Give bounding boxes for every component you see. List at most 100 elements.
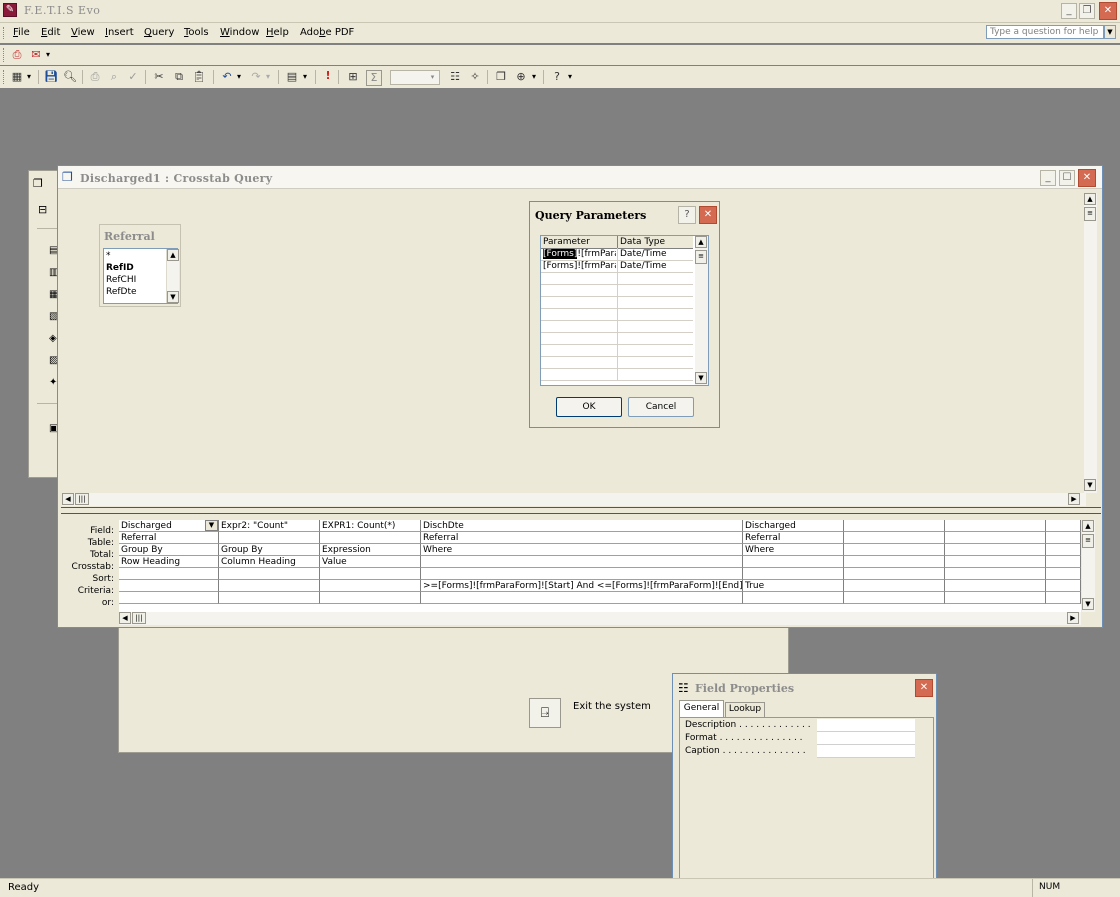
grid-cell-crosstab[interactable] (1046, 556, 1081, 568)
query-type-icon[interactable]: ▤ (285, 70, 299, 84)
field-list-item[interactable]: RefCHI (106, 275, 136, 285)
grid-cell-criteria[interactable] (119, 580, 219, 592)
grid-cell-crosstab[interactable]: Row Heading (119, 556, 219, 568)
redo-dropdown-icon[interactable]: ▾ (266, 72, 270, 81)
scroll-down-icon[interactable]: ▼ (1084, 479, 1096, 491)
grid-cell-crosstab[interactable] (945, 556, 1046, 568)
grid-cell-table[interactable]: Referral (421, 532, 743, 544)
grid-cell-field[interactable] (1046, 520, 1081, 532)
print-icon[interactable]: ⎙ (88, 70, 102, 84)
grid-cell-total[interactable]: Group By (219, 544, 320, 556)
menu-query[interactable]: Query (144, 27, 174, 38)
grid-cell-table[interactable] (219, 532, 320, 544)
copy-icon[interactable]: ⧉ (172, 70, 186, 84)
spelling-icon[interactable]: ✓ (126, 70, 140, 84)
grid-cell-table[interactable] (844, 532, 945, 544)
parameter-list-scrollbar[interactable]: ▲ ≡ ▼ (695, 236, 708, 385)
access-app-icon[interactable]: ✎ (3, 3, 17, 17)
grid-cell-criteria[interactable] (945, 580, 1046, 592)
grid-cell-total[interactable]: Expression (320, 544, 421, 556)
pane-splitter[interactable] (61, 507, 1101, 514)
scroll-thumb[interactable]: ≡ (695, 250, 707, 264)
grid-cell-table[interactable]: Referral (743, 532, 844, 544)
field-dropdown-icon[interactable]: ▼ (205, 520, 218, 531)
grid-cell-total[interactable]: Group By (119, 544, 219, 556)
close-icon[interactable]: ✕ (1099, 2, 1117, 20)
grid-cell-sort[interactable] (219, 568, 320, 580)
grid-cell-field[interactable]: DischDte (421, 520, 743, 532)
totals-icon[interactable]: Σ (366, 70, 382, 86)
run-icon[interactable]: ! (321, 69, 335, 83)
help-search-input[interactable]: Type a question for help (986, 25, 1104, 39)
grid-cell-crosstab[interactable]: Column Heading (219, 556, 320, 568)
top-values-combo[interactable]: ▾ (390, 70, 440, 85)
database-window-icon[interactable]: ❐ (494, 70, 508, 84)
grid-cell-or[interactable] (421, 592, 743, 604)
toolbar-options-icon[interactable]: ▾ (46, 50, 50, 59)
tab-general[interactable]: General (679, 700, 724, 717)
grid-cell-sort[interactable] (743, 568, 844, 580)
grid-cell-table[interactable]: Referral (119, 532, 219, 544)
help-icon[interactable]: ? (550, 70, 564, 84)
cancel-button[interactable]: Cancel (628, 397, 694, 417)
grid-cell-table[interactable] (320, 532, 421, 544)
scroll-left-icon[interactable]: ◀ (62, 493, 74, 505)
query-type-dropdown-icon[interactable]: ▾ (303, 72, 307, 81)
view-dropdown-icon[interactable]: ▾ (27, 72, 31, 81)
menu-window[interactable]: Window (220, 27, 259, 38)
scroll-thumb[interactable]: ≡ (1082, 534, 1094, 548)
grid-cell-field[interactable]: Expr2: "Count" (219, 520, 320, 532)
grid-cell-total[interactable] (945, 544, 1046, 556)
property-value-format[interactable] (817, 732, 915, 745)
new-object-dropdown-icon[interactable]: ▾ (532, 72, 536, 81)
menu-file[interactable]: File (13, 27, 30, 38)
scroll-right-icon[interactable]: ▶ (1068, 493, 1080, 505)
table-pane-hscrollbar[interactable]: ◀ ||| ▶ (62, 493, 1086, 506)
undo-dropdown-icon[interactable]: ▾ (237, 72, 241, 81)
grid-cell-or[interactable] (320, 592, 421, 604)
grid-cell-criteria[interactable] (320, 580, 421, 592)
field-list-item[interactable]: RefDte (106, 287, 137, 297)
grid-cell-field[interactable]: Discharged (119, 520, 219, 532)
grid-cell-or[interactable] (844, 592, 945, 604)
query-close-icon[interactable]: ✕ (1078, 169, 1096, 187)
grid-cell-sort[interactable] (844, 568, 945, 580)
field-list-item[interactable]: * (106, 251, 111, 261)
table-field-list[interactable]: * RefID RefCHI RefDte ▲ ▼ (103, 248, 179, 304)
top-values-dropdown-icon[interactable]: ▾ (427, 72, 438, 83)
show-table-icon[interactable]: ⊞ (346, 70, 360, 84)
grid-cell-criteria[interactable] (844, 580, 945, 592)
print-preview-icon[interactable]: ⌕ (107, 70, 121, 84)
grid-cell-or[interactable] (945, 592, 1046, 604)
pages-icon[interactable]: ◈ (49, 333, 57, 344)
cut-icon[interactable]: ✂ (152, 70, 166, 84)
restore-icon[interactable]: ❐ (1079, 3, 1095, 19)
grid-cell-total[interactable]: Where (421, 544, 743, 556)
toolbar-options-icon[interactable]: ▾ (568, 72, 572, 81)
grid-cell-table[interactable] (945, 532, 1046, 544)
grid-cell-table[interactable] (1046, 532, 1081, 544)
scroll-up-icon[interactable]: ▲ (695, 236, 707, 248)
grid-cell-or[interactable] (219, 592, 320, 604)
grid-cell-field[interactable]: Discharged (743, 520, 844, 532)
scroll-thumb[interactable]: ≡ (1084, 207, 1096, 221)
grid-cell-field[interactable]: EXPR1: Count(*) (320, 520, 421, 532)
dialog-close-icon[interactable]: ✕ (699, 206, 717, 224)
parameter-name[interactable]: [Forms]![frmPara (543, 249, 616, 259)
build-icon[interactable]: ✧ (468, 70, 482, 84)
scroll-right-icon[interactable]: ▶ (1067, 612, 1079, 624)
grid-cell-or[interactable] (119, 592, 219, 604)
grid-cell-field[interactable] (844, 520, 945, 532)
scroll-thumb[interactable]: ||| (132, 612, 146, 624)
minimize-icon[interactable]: _ (1061, 3, 1077, 19)
grid-cell-crosstab[interactable] (421, 556, 743, 568)
pdf-convert-icon[interactable]: ⎙ (10, 48, 24, 62)
undo-icon[interactable]: ↶ (220, 70, 234, 84)
grid-cell-total[interactable] (844, 544, 945, 556)
grid-cell-sort[interactable] (945, 568, 1046, 580)
menu-tools[interactable]: Tools (184, 27, 209, 38)
grid-cell-sort[interactable] (119, 568, 219, 580)
view-icon[interactable]: ▦ (10, 70, 24, 84)
paste-icon[interactable]: 📋︎ (192, 70, 206, 84)
query-design-grid[interactable]: Discharged Referral Group By Row Heading Exp… (119, 520, 1081, 613)
